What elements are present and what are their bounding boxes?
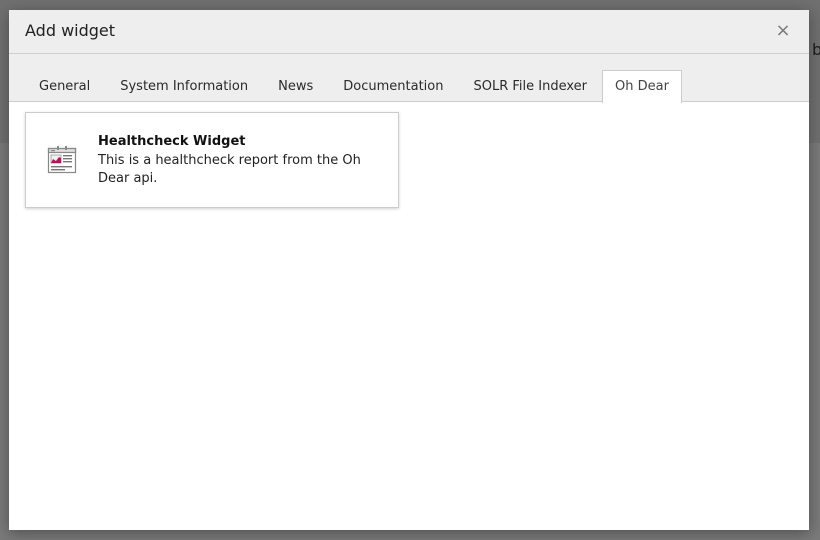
- tab-news[interactable]: News: [263, 70, 328, 102]
- background-text: b: [812, 40, 820, 59]
- tab-general[interactable]: General: [24, 70, 105, 102]
- modal-header: Add widget ×: [9, 10, 809, 54]
- tab-content: Healthcheck Widget This is a healthcheck…: [9, 102, 809, 530]
- tab-system-information[interactable]: System Information: [105, 70, 263, 102]
- widget-chart-icon: [47, 146, 77, 174]
- tab-documentation[interactable]: Documentation: [328, 70, 458, 102]
- widget-description: This is a healthcheck report from the Oh…: [98, 153, 361, 186]
- close-icon[interactable]: ×: [771, 20, 795, 42]
- tab-list: General System Information News Document…: [24, 70, 682, 103]
- tab-oh-dear[interactable]: Oh Dear: [601, 70, 682, 103]
- widget-title: Healthcheck Widget: [98, 134, 246, 149]
- tab-strip: General System Information News Document…: [9, 54, 809, 103]
- healthcheck-widget-card[interactable]: Healthcheck Widget This is a healthcheck…: [25, 112, 399, 208]
- modal-title: Add widget: [25, 21, 116, 40]
- tab-solr-file-indexer[interactable]: SOLR File Indexer: [458, 70, 602, 102]
- add-widget-modal: Add widget × General System Information …: [9, 10, 809, 530]
